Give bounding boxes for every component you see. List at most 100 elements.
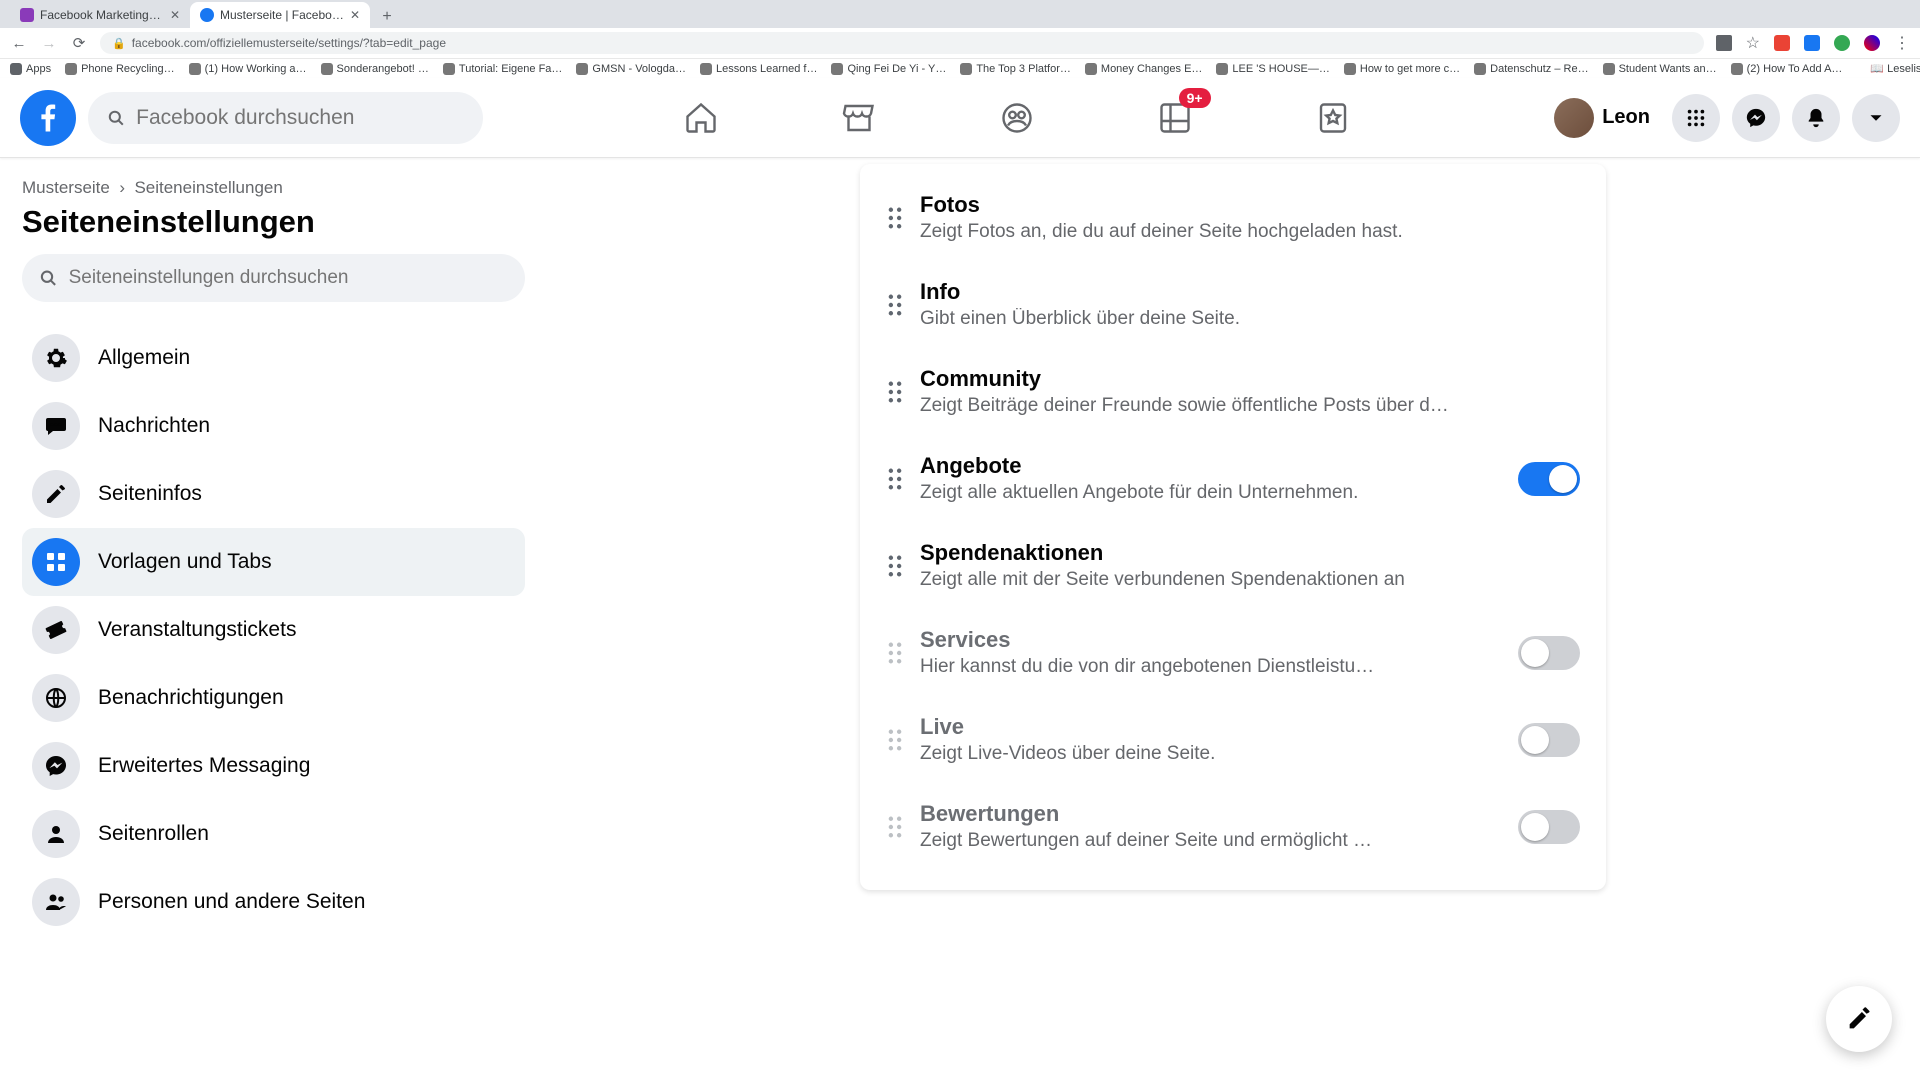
toggle-services[interactable] xyxy=(1518,636,1580,670)
toggle-bewertungen[interactable] xyxy=(1518,810,1580,844)
bookmark[interactable]: (1) How Working a… xyxy=(189,63,307,75)
favicon-icon xyxy=(20,8,34,22)
tab-row-bewertungen[interactable]: Bewertungen Zeigt Bewertungen auf deiner… xyxy=(860,783,1606,870)
apps-icon[interactable]: Apps xyxy=(10,63,51,75)
main: Musterseite › Seiteneinstellungen Seiten… xyxy=(0,158,1920,1080)
bookmark[interactable]: Tutorial: Eigene Fa… xyxy=(443,63,563,75)
pencil-icon xyxy=(32,470,80,518)
bookmark[interactable]: Student Wants an… xyxy=(1603,63,1717,75)
tab-row-desc: Zeigt Fotos an, die du auf deiner Seite … xyxy=(920,221,1580,243)
bookmark[interactable]: Money Changes E… xyxy=(1085,63,1203,75)
drag-handle-icon[interactable] xyxy=(886,468,904,490)
page-title: Seiteneinstellungen xyxy=(22,204,525,240)
sidebar-item-templates[interactable]: Vorlagen und Tabs xyxy=(22,528,525,596)
sidebar-item-pageinfo[interactable]: Seiteninfos xyxy=(22,460,525,528)
compose-fab[interactable] xyxy=(1826,986,1892,1052)
bookmark[interactable]: Lessons Learned f… xyxy=(700,63,818,75)
sidebar-item-general[interactable]: Allgemein xyxy=(22,324,525,392)
bookmark[interactable]: Phone Recycling… xyxy=(65,63,175,75)
account-dropdown[interactable] xyxy=(1852,94,1900,142)
toggle-live[interactable] xyxy=(1518,723,1580,757)
content-column: Fotos Zeigt Fotos an, die du auf deiner … xyxy=(860,158,1606,1080)
tab-row-fotos[interactable]: Fotos Zeigt Fotos an, die du auf deiner … xyxy=(860,174,1606,261)
sidebar-item-label: Seiteninfos xyxy=(98,482,202,506)
browser-tab-0[interactable]: Facebook Marketing & Werbe… ✕ xyxy=(10,2,190,28)
notification-badge: 9+ xyxy=(1179,88,1211,108)
drag-handle-icon[interactable] xyxy=(886,642,904,664)
close-icon[interactable]: ✕ xyxy=(170,8,180,22)
bookmark[interactable]: Sonderangebot! … xyxy=(321,63,429,75)
sidebar-item-label: Nachrichten xyxy=(98,414,210,438)
drag-handle-icon[interactable] xyxy=(886,729,904,751)
tab-title: Facebook Marketing & Werbe… xyxy=(40,8,164,22)
profile-icon[interactable] xyxy=(1864,35,1880,51)
bookmark[interactable]: (2) How To Add A… xyxy=(1731,63,1843,75)
sidebar-item-people[interactable]: Personen und andere Seiten xyxy=(22,868,525,936)
tab-row-spenden[interactable]: Spendenaktionen Zeigt alle mit der Seite… xyxy=(860,522,1606,609)
nav-gaming[interactable]: 9+ xyxy=(1151,94,1199,142)
tab-row-desc: Zeigt Bewertungen auf deiner Seite und e… xyxy=(920,830,1502,852)
bookmark[interactable]: LEE 'S HOUSE—… xyxy=(1216,63,1329,75)
drag-handle-icon[interactable] xyxy=(886,207,904,229)
back-icon[interactable]: ← xyxy=(10,35,28,52)
drag-handle-icon[interactable] xyxy=(886,816,904,838)
tab-row-services[interactable]: Services Hier kannst du die von dir ange… xyxy=(860,609,1606,696)
sidebar-item-label: Erweitertes Messaging xyxy=(98,754,310,778)
profile-chip[interactable]: Leon xyxy=(1550,94,1660,142)
forward-icon[interactable]: → xyxy=(40,35,58,52)
facebook-logo[interactable] xyxy=(20,90,76,146)
browser-tab-1[interactable]: Musterseite | Facebook ✕ xyxy=(190,2,370,28)
star-icon[interactable]: ☆ xyxy=(1746,33,1760,53)
messenger-button[interactable] xyxy=(1732,94,1780,142)
sidebar-item-tickets[interactable]: Veranstaltungstickets xyxy=(22,596,525,664)
sidebar-item-roles[interactable]: Seitenrollen xyxy=(22,800,525,868)
tab-row-live[interactable]: Live Zeigt Live-Videos über deine Seite. xyxy=(860,696,1606,783)
extension-icon[interactable] xyxy=(1834,35,1850,51)
bookmark[interactable]: Qing Fei De Yi - Y… xyxy=(831,63,946,75)
zoom-icon[interactable] xyxy=(1716,35,1732,51)
nav-home[interactable] xyxy=(677,94,725,142)
sidebar-item-notifications[interactable]: Benachrichtigungen xyxy=(22,664,525,732)
search-icon xyxy=(38,267,59,289)
tab-row-community[interactable]: Community Zeigt Beiträge deiner Freunde … xyxy=(860,348,1606,435)
extension-icon[interactable] xyxy=(1804,35,1820,51)
globe-icon xyxy=(32,674,80,722)
bookmark[interactable]: GMSN - Vologda… xyxy=(576,63,686,75)
drag-handle-icon[interactable] xyxy=(886,555,904,577)
bookmark[interactable]: The Top 3 Platfor… xyxy=(960,63,1071,75)
bookmark[interactable]: How to get more c… xyxy=(1344,63,1460,75)
reload-icon[interactable]: ⟳ xyxy=(70,34,88,52)
reading-list[interactable]: 📖 Leseliste xyxy=(1870,62,1920,75)
gear-icon xyxy=(32,334,80,382)
breadcrumb: Musterseite › Seiteneinstellungen xyxy=(22,178,525,198)
tab-row-title: Fotos xyxy=(920,192,1580,218)
messenger-icon xyxy=(32,742,80,790)
tab-row-info[interactable]: Info Gibt einen Überblick über deine Sei… xyxy=(860,261,1606,348)
drag-handle-icon[interactable] xyxy=(886,381,904,403)
url-bar[interactable]: 🔒 facebook.com/offiziellemusterseite/set… xyxy=(100,32,1704,54)
bookmark[interactable]: Datenschutz – Re… xyxy=(1474,63,1588,75)
tab-row-desc: Gibt einen Überblick über deine Seite. xyxy=(920,308,1580,330)
notifications-button[interactable] xyxy=(1792,94,1840,142)
settings-search[interactable] xyxy=(22,254,525,302)
extension-icon[interactable] xyxy=(1774,35,1790,51)
kebab-icon[interactable]: ⋮ xyxy=(1894,33,1910,53)
breadcrumb-root[interactable]: Musterseite xyxy=(22,178,110,197)
lock-icon: 🔒 xyxy=(112,37,126,50)
toggle-angebote[interactable] xyxy=(1518,462,1580,496)
sidebar-item-messages[interactable]: Nachrichten xyxy=(22,392,525,460)
new-tab-button[interactable]: + xyxy=(376,6,398,28)
settings-search-input[interactable] xyxy=(69,267,509,289)
sidebar-item-advmsg[interactable]: Erweitertes Messaging xyxy=(22,732,525,800)
fb-search-input[interactable] xyxy=(136,106,465,130)
chat-icon xyxy=(32,402,80,450)
nav-groups[interactable] xyxy=(993,94,1041,142)
tab-strip: Facebook Marketing & Werbe… ✕ Musterseit… xyxy=(0,0,1920,28)
menu-button[interactable] xyxy=(1672,94,1720,142)
nav-bookmarks[interactable] xyxy=(1309,94,1357,142)
fb-search[interactable] xyxy=(88,92,483,144)
close-icon[interactable]: ✕ xyxy=(350,8,360,22)
drag-handle-icon[interactable] xyxy=(886,294,904,316)
nav-marketplace[interactable] xyxy=(835,94,883,142)
tab-row-angebote[interactable]: Angebote Zeigt alle aktuellen Angebote f… xyxy=(860,435,1606,522)
